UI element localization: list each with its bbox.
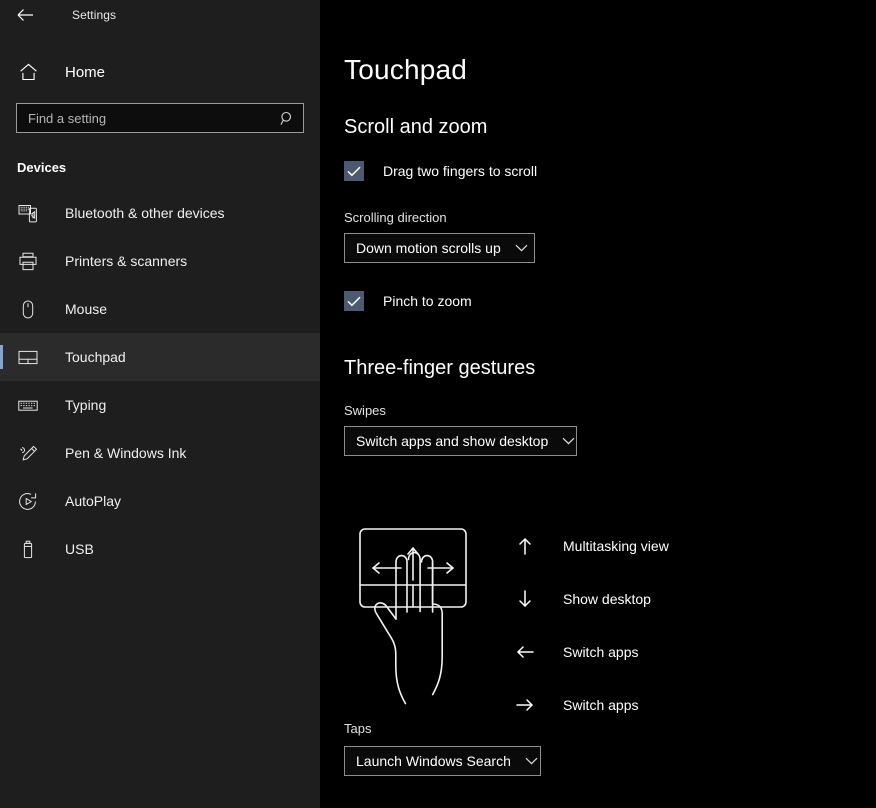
sidebar: Settings Home Devices [0, 0, 320, 808]
sidebar-item-bluetooth-other-devices[interactable]: Bluetooth & other devices [0, 189, 320, 237]
arrow-left-icon [514, 641, 536, 663]
arrow-right-icon [514, 694, 536, 716]
title-bar: Settings [0, 0, 320, 30]
gesture-legend-item-switch-apps-right: Switch apps [514, 678, 669, 731]
search-box[interactable] [16, 103, 304, 133]
sidebar-item-label: Typing [65, 397, 107, 413]
sidebar-item-label: Bluetooth & other devices [65, 205, 225, 221]
search-icon[interactable] [280, 111, 295, 126]
sidebar-nav-list: Bluetooth & other devices Printers & sca… [0, 189, 320, 573]
printer-icon [17, 250, 39, 272]
sidebar-item-mouse[interactable]: Mouse [0, 285, 320, 333]
home-icon [17, 61, 39, 83]
pen-icon [17, 442, 39, 464]
sidebar-group-label: Devices [17, 160, 67, 175]
gesture-legend-list: Multitasking view Show desktop Switch ap… [514, 519, 669, 731]
app-title: Settings [72, 8, 117, 22]
dropdown-swipes-value: Switch apps and show desktop [356, 433, 549, 449]
sidebar-item-printers-scanners[interactable]: Printers & scanners [0, 237, 320, 285]
sidebar-item-autoplay[interactable]: AutoPlay [0, 477, 320, 525]
touchpad-icon [17, 346, 39, 368]
dropdown-scrolling-direction[interactable]: Down motion scrolls up [344, 233, 535, 263]
arrow-up-icon [514, 535, 536, 557]
gesture-legend-label: Switch apps [563, 696, 639, 713]
arrow-down-icon [514, 588, 536, 610]
sidebar-item-label: Mouse [65, 301, 108, 317]
chevron-down-icon [525, 757, 538, 765]
dropdown-swipes[interactable]: Switch apps and show desktop [344, 426, 577, 456]
sidebar-item-label: Printers & scanners [65, 253, 188, 269]
sidebar-item-home[interactable]: Home [0, 52, 320, 92]
sidebar-item-label: USB [65, 541, 94, 557]
sidebar-item-pen-windows-ink[interactable]: Pen & Windows Ink [0, 429, 320, 477]
main-content: Touchpad Scroll and zoom Drag two finger… [320, 0, 876, 808]
sidebar-item-label: Touchpad [65, 349, 126, 365]
checkbox-pinch-to-zoom[interactable]: Pinch to zoom [344, 291, 876, 311]
autoplay-icon [17, 490, 39, 512]
search-input[interactable] [28, 110, 280, 126]
gesture-legend-label: Multitasking view [563, 537, 669, 554]
gesture-legend-item-multitasking-view: Multitasking view [514, 519, 669, 572]
chevron-down-icon [562, 437, 575, 445]
checkbox-checked-icon[interactable] [344, 161, 364, 181]
gesture-legend-label: Show desktop [563, 590, 651, 607]
sidebar-item-home-label: Home [65, 63, 106, 81]
dropdown-scrolling-direction-value: Down motion scrolls up [356, 240, 501, 256]
gesture-legend-item-show-desktop: Show desktop [514, 572, 669, 625]
chevron-down-icon [515, 244, 528, 252]
sidebar-item-label: AutoPlay [65, 493, 122, 509]
checkbox-label: Pinch to zoom [383, 293, 472, 309]
back-button[interactable] [12, 4, 38, 26]
sidebar-item-usb[interactable]: USB [0, 525, 320, 573]
label-taps: Taps [344, 721, 372, 736]
sidebar-item-touchpad[interactable]: Touchpad [0, 333, 320, 381]
sidebar-item-typing[interactable]: Typing [0, 381, 320, 429]
sidebar-item-label: Pen & Windows Ink [65, 445, 187, 461]
gesture-legend-label: Switch apps [563, 643, 639, 660]
hand-on-touchpad-illustration [352, 515, 482, 720]
dropdown-taps-value: Launch Windows Search [356, 753, 511, 769]
back-arrow-icon [17, 8, 34, 22]
gesture-legend-item-switch-apps-left: Switch apps [514, 625, 669, 678]
checkbox-drag-two-fingers-to-scroll[interactable]: Drag two fingers to scroll [344, 161, 876, 181]
checkbox-label: Drag two fingers to scroll [383, 163, 538, 179]
section-heading-scroll-and-zoom: Scroll and zoom [344, 116, 488, 138]
bluetooth-devices-icon [17, 202, 39, 224]
section-heading-three-finger-gestures: Three-finger gestures [344, 357, 536, 379]
label-scrolling-direction: Scrolling direction [344, 210, 447, 225]
usb-icon [17, 538, 39, 560]
settings-window: Settings Home Devices [0, 0, 876, 808]
mouse-icon [17, 298, 39, 320]
checkbox-checked-icon[interactable] [344, 291, 364, 311]
label-swipes: Swipes [344, 403, 386, 418]
dropdown-taps[interactable]: Launch Windows Search [344, 746, 541, 776]
keyboard-icon [17, 394, 39, 416]
three-finger-gesture-diagram: Multitasking view Show desktop Switch ap… [344, 505, 744, 720]
page-title: Touchpad [344, 54, 468, 85]
